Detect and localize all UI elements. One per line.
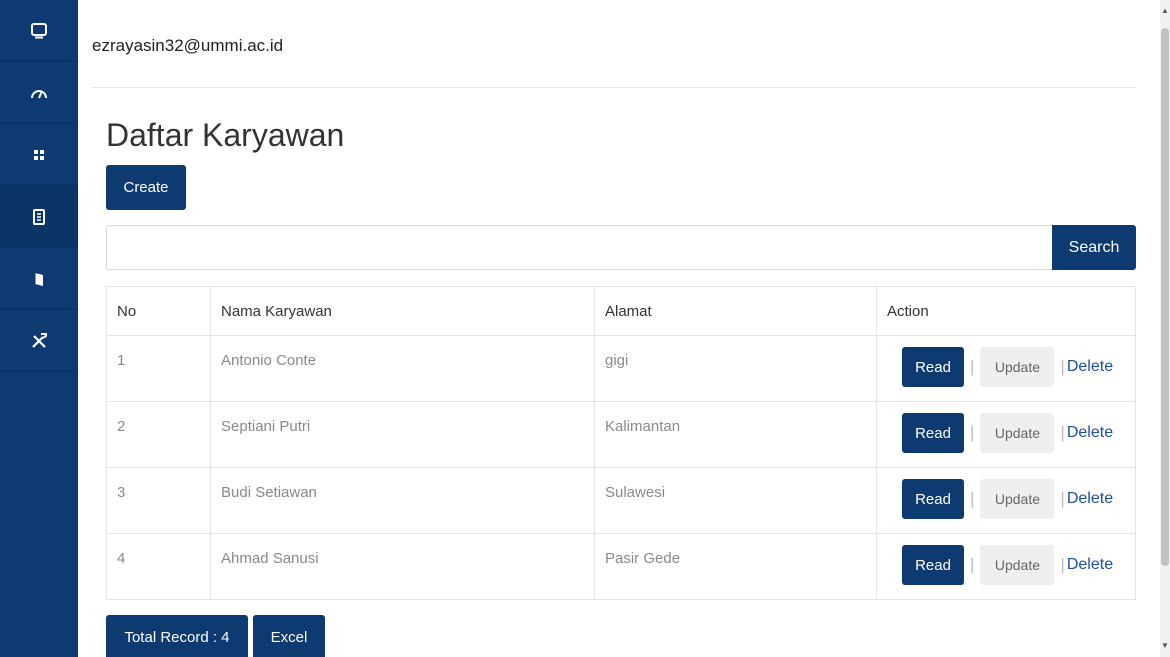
action-separator: | <box>1060 357 1065 376</box>
create-button[interactable]: Create <box>106 165 186 210</box>
grid-icon <box>34 149 44 160</box>
action-separator: | <box>970 357 975 376</box>
cell-name: Septiani Putri <box>210 401 595 468</box>
header-divider <box>92 87 1136 88</box>
read-button[interactable]: Read <box>902 479 964 519</box>
read-button[interactable]: Read <box>902 413 964 453</box>
delete-link[interactable]: Delete <box>1067 556 1113 574</box>
cell-action: Read | Update | Delete <box>876 335 1136 402</box>
cell-address: Sulawesi <box>594 467 877 534</box>
excel-export-button[interactable]: Excel <box>253 615 325 657</box>
sidebar-item-book[interactable] <box>0 248 78 310</box>
sidebar <box>0 0 78 657</box>
cell-no: 3 <box>106 467 211 534</box>
action-separator: | <box>1060 423 1065 442</box>
update-button[interactable]: Update <box>980 413 1055 453</box>
table-row: 1 Antonio Conte gigi Read | Update | Del… <box>106 335 1136 402</box>
sidebar-item-tools[interactable] <box>0 310 78 372</box>
document-icon <box>33 208 45 225</box>
table-row: 3 Budi Setiawan Sulawesi Read | Update |… <box>106 467 1136 534</box>
cell-no: 2 <box>106 401 211 468</box>
cell-no: 1 <box>106 335 211 402</box>
search-bar: Search <box>106 225 1136 270</box>
cell-name: Antonio Conte <box>210 335 595 402</box>
read-button[interactable]: Read <box>902 347 964 387</box>
speedometer-icon <box>31 89 47 98</box>
cell-address: Kalimantan <box>594 401 877 468</box>
delete-link[interactable]: Delete <box>1067 358 1113 376</box>
action-separator: | <box>970 423 975 442</box>
scroll-up-arrow-icon[interactable]: ▲ <box>1161 6 1169 16</box>
cell-address: Pasir Gede <box>594 533 877 600</box>
cell-address: gigi <box>594 335 877 402</box>
cell-action: Read | Update | Delete <box>876 467 1136 534</box>
sidebar-item-monitor[interactable] <box>0 0 78 62</box>
user-email: ezrayasin32@ummi.ac.id <box>92 36 284 55</box>
column-header-address: Alamat <box>594 286 877 336</box>
update-button[interactable]: Update <box>980 347 1055 387</box>
tools-icon <box>32 332 47 348</box>
sidebar-item-dashboard[interactable] <box>0 62 78 124</box>
employee-table: No Nama Karyawan Alamat Action 1 Antonio… <box>106 286 1136 600</box>
action-separator: | <box>970 555 975 574</box>
column-header-name: Nama Karyawan <box>210 286 595 336</box>
footer-actions: Total Record : 4 Excel <box>106 615 325 657</box>
cell-action: Read | Update | Delete <box>876 401 1136 468</box>
delete-link[interactable]: Delete <box>1067 424 1113 442</box>
table-header-row: No Nama Karyawan Alamat Action <box>106 286 1136 336</box>
cell-name: Ahmad Sanusi <box>210 533 595 600</box>
sidebar-item-grid[interactable] <box>0 124 78 186</box>
scroll-down-arrow-icon[interactable]: ▼ <box>1161 641 1169 651</box>
total-record-button[interactable]: Total Record : 4 <box>106 615 248 657</box>
update-button[interactable]: Update <box>980 479 1055 519</box>
vertical-scrollbar[interactable]: ▲ ▼ <box>1160 0 1170 657</box>
cell-name: Budi Setiawan <box>210 467 595 534</box>
cell-no: 4 <box>106 533 211 600</box>
delete-link[interactable]: Delete <box>1067 490 1113 508</box>
table-row: 2 Septiani Putri Kalimantan Read | Updat… <box>106 401 1136 468</box>
action-separator: | <box>1060 489 1065 508</box>
read-button[interactable]: Read <box>902 545 964 585</box>
page-title: Daftar Karyawan <box>106 117 345 153</box>
update-button[interactable]: Update <box>980 545 1055 585</box>
column-header-action: Action <box>876 286 1136 336</box>
search-button[interactable]: Search <box>1052 225 1136 270</box>
search-input[interactable] <box>106 225 1052 270</box>
action-separator: | <box>970 489 975 508</box>
monitor-icon <box>31 22 47 38</box>
book-icon <box>34 272 43 286</box>
column-header-no: No <box>106 286 211 336</box>
scrollbar-thumb[interactable] <box>1161 28 1169 566</box>
action-separator: | <box>1060 555 1065 574</box>
cell-action: Read | Update | Delete <box>876 533 1136 600</box>
sidebar-item-document[interactable] <box>0 186 78 248</box>
table-row: 4 Ahmad Sanusi Pasir Gede Read | Update … <box>106 533 1136 600</box>
